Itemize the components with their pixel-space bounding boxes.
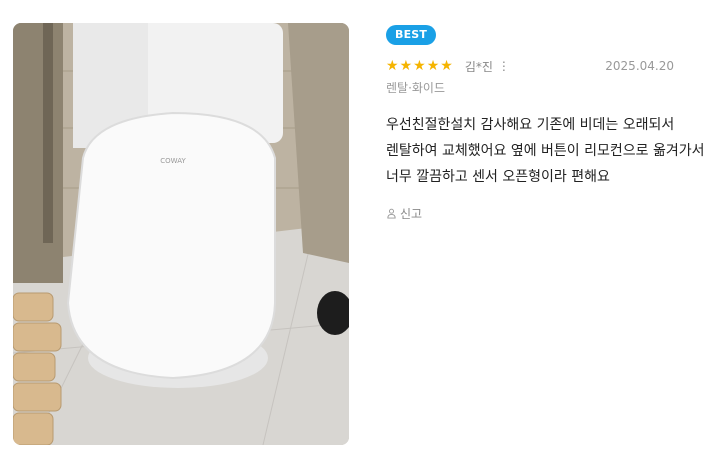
review-meta: ★ ★ ★ ★ ★ 김*진 ⋮ 2025.04.20 [386,57,711,75]
user-alert-icon [387,208,396,219]
best-badge: BEST [386,25,437,45]
review-photo[interactable]: COWAY [13,23,349,445]
star-icon: ★ [440,58,453,74]
star-icon: ★ [386,58,399,74]
rating-stars: ★ ★ ★ ★ ★ [386,59,453,73]
star-icon: ★ [426,58,440,74]
product-option: 렌탈·화이드 [386,81,446,95]
star-icon: ★ [413,58,426,74]
review-content: 우선친절한설치 감사해요 기존에 비데는 오래되서 렌탈하여 교체했어요 옆에 … [386,117,705,185]
report-button[interactable]: 신고 [386,205,711,222]
kebab-icon[interactable]: ⋮ [498,59,510,73]
report-label: 신고 [400,207,423,221]
bidet-brand-text: COWAY [160,157,186,165]
review-date: 2025.04.20 [605,59,674,73]
review-card: BEST ★ ★ ★ ★ ★ 김*진 ⋮ 2025.04.20 렌탈·화이드 우… [386,23,711,222]
star-icon: ★ [399,58,413,74]
review-author: 김*진 [464,59,493,74]
toilet-bidet-photo: COWAY [13,23,349,445]
